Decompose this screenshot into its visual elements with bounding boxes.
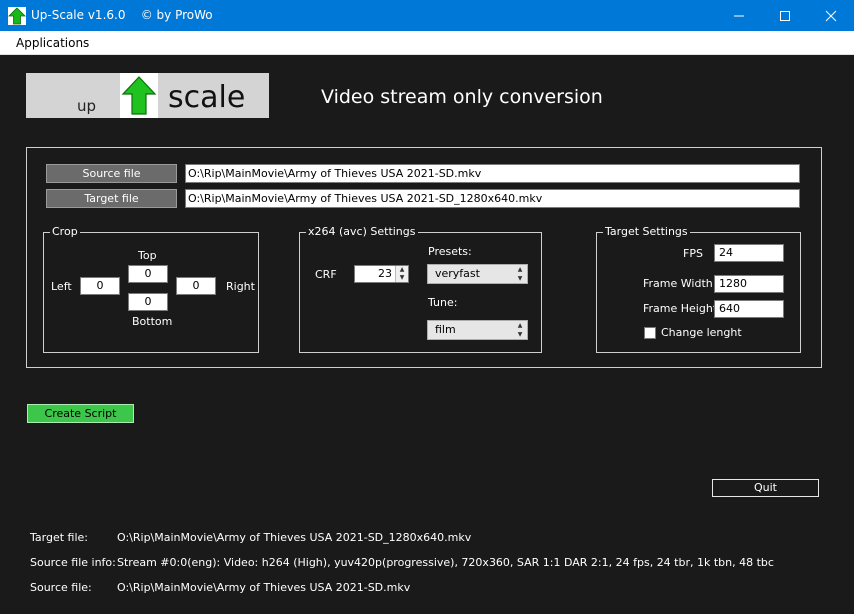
window-title: Up-Scale v1.6.0 © by ProWo <box>31 8 213 22</box>
crop-left-input[interactable]: 0 <box>80 277 120 295</box>
chevron-up-icon: ▲ <box>517 322 523 329</box>
chevron-up-icon: ▲ <box>517 266 523 273</box>
info-target-label: Target file: <box>30 531 88 544</box>
chevron-down-icon: ▼ <box>517 331 523 338</box>
crop-left-label: Left <box>51 280 72 293</box>
presets-select[interactable]: veryfast ▲ ▼ <box>427 264 528 284</box>
tune-select[interactable]: film ▲ ▼ <box>427 320 528 340</box>
logo-up-arrow-icon <box>121 76 157 115</box>
minimize-button[interactable] <box>716 0 762 31</box>
target-group-title: Target Settings <box>603 225 690 238</box>
preset-value: veryfast <box>435 267 480 280</box>
frame-height-label: Frame Height <box>643 302 718 315</box>
fps-input[interactable]: 24 <box>714 244 784 262</box>
x264-group-title: x264 (avc) Settings <box>306 225 418 238</box>
minimize-icon <box>734 15 744 17</box>
info-target-value: O:\Rip\MainMovie\Army of Thieves USA 202… <box>117 531 472 544</box>
logo-arrow-box <box>120 73 158 118</box>
info-source-value: O:\Rip\MainMovie\Army of Thieves USA 202… <box>117 581 411 594</box>
frame-width-label: Frame Width <box>643 277 713 290</box>
menu-bar: Applications <box>0 31 854 55</box>
fps-label: FPS <box>683 247 703 260</box>
page-heading: Video stream only conversion <box>321 86 603 108</box>
tune-dropdown-arrow[interactable]: ▲ ▼ <box>513 321 527 339</box>
crop-right-label: Right <box>226 280 255 293</box>
tune-value: film <box>435 323 456 336</box>
logo-up-text: up <box>77 97 97 115</box>
crf-value: 23 <box>378 267 392 280</box>
target-file-button[interactable]: Target file <box>46 189 177 208</box>
presets-dropdown-arrow[interactable]: ▲ ▼ <box>513 265 527 283</box>
crf-stepper[interactable]: 23 ▲ ▼ <box>354 265 409 283</box>
menu-applications[interactable]: Applications <box>16 36 89 50</box>
target-file-field[interactable]: O:\Rip\MainMovie\Army of Thieves USA 202… <box>185 189 800 208</box>
info-source-info-value: Stream #0:0(eng): Video: h264 (High), yu… <box>117 556 774 569</box>
logo-scale-text: scale <box>168 80 246 115</box>
spin-down-icon[interactable]: ▼ <box>396 274 408 282</box>
change-length-label[interactable]: Change lenght <box>661 326 742 339</box>
crop-bottom-label: Bottom <box>132 315 173 328</box>
info-source-info-label: Source file info: <box>30 556 116 569</box>
close-icon <box>825 10 837 22</box>
target-settings-group: Target Settings FPS 24 Frame Width 1280 … <box>596 225 801 353</box>
spin-up-icon[interactable]: ▲ <box>396 266 408 274</box>
crf-spin-buttons[interactable]: ▲ ▼ <box>395 266 408 282</box>
crf-label: CRF <box>315 268 337 281</box>
frame-height-input[interactable]: 640 <box>714 300 784 318</box>
app-logo: up scale <box>26 73 269 118</box>
crop-right-input[interactable]: 0 <box>176 277 216 295</box>
maximize-icon <box>780 11 790 21</box>
crop-group-title: Crop <box>50 225 80 238</box>
info-source-label: Source file: <box>30 581 92 594</box>
crop-top-label: Top <box>138 249 157 262</box>
tune-label: Tune: <box>428 296 458 309</box>
frame-width-input[interactable]: 1280 <box>714 275 784 293</box>
quit-button[interactable]: Quit <box>712 479 819 497</box>
source-file-field[interactable]: O:\Rip\MainMovie\Army of Thieves USA 202… <box>185 164 800 183</box>
create-script-button[interactable]: Create Script <box>27 404 134 423</box>
title-bar[interactable]: Up-Scale v1.6.0 © by ProWo <box>0 0 854 31</box>
green-up-arrow-icon <box>8 7 26 25</box>
x264-settings-group: x264 (avc) Settings CRF 23 ▲ ▼ Presets: … <box>299 225 542 353</box>
source-file-button[interactable]: Source file <box>46 164 177 183</box>
crop-bottom-input[interactable]: 0 <box>128 293 168 311</box>
change-length-checkbox[interactable] <box>644 327 656 339</box>
presets-label: Presets: <box>428 245 472 258</box>
close-button[interactable] <box>808 0 854 31</box>
chevron-down-icon: ▼ <box>517 275 523 282</box>
crop-group: Crop Top 0 Left 0 0 Right 0 Bottom <box>43 225 259 353</box>
settings-panel: Source file O:\Rip\MainMovie\Army of Thi… <box>26 147 822 368</box>
crop-top-input[interactable]: 0 <box>128 265 168 283</box>
maximize-button[interactable] <box>762 0 808 31</box>
